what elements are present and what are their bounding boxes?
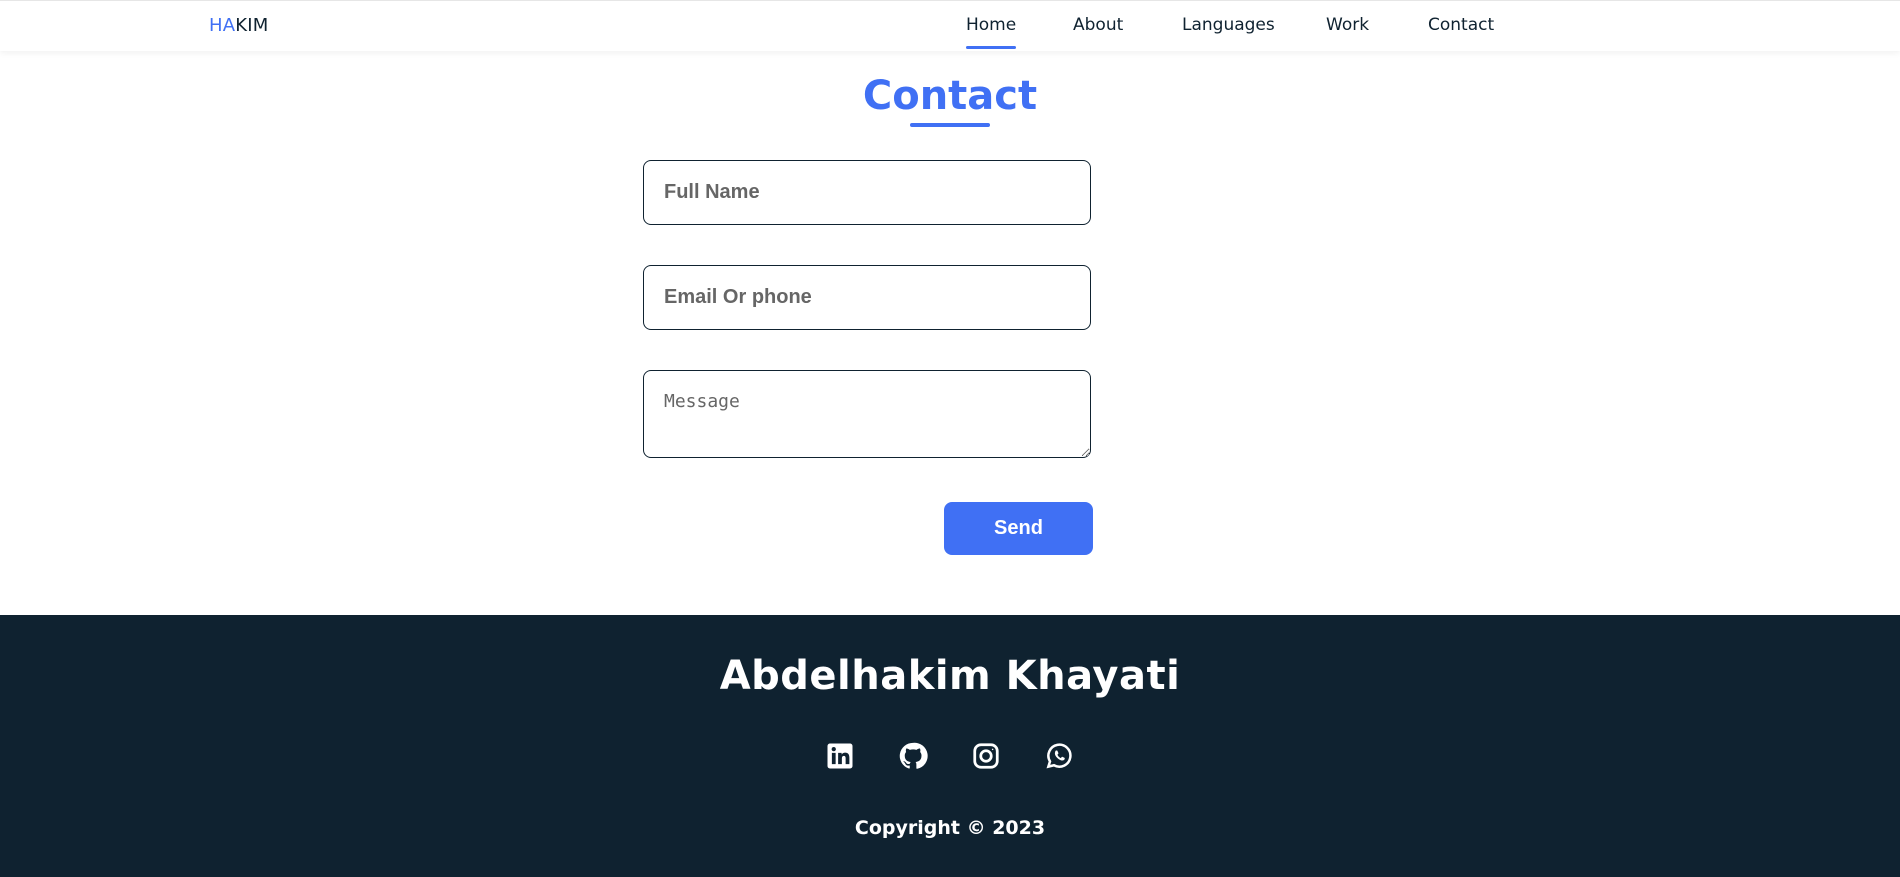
whatsapp-icon[interactable] [1044,741,1074,771]
section-title: Contact [862,73,1038,119]
email-or-phone-input[interactable] [643,265,1091,330]
logo-rest: KIM [235,15,269,36]
copyright-text: Copyright © 2023 [854,817,1046,839]
nav-home[interactable]: Home [966,15,1017,49]
title-underline [910,123,990,127]
linkedin-icon[interactable] [825,741,855,771]
nav-languages[interactable]: Languages [1182,15,1275,35]
site-footer: Abdelhakim Khayati Copyright © 2023 [0,615,1900,877]
instagram-icon[interactable] [971,741,1001,771]
site-header: HAKIM Home About Languages Work Contact [0,0,1900,51]
message-textarea[interactable] [643,370,1091,458]
github-icon[interactable] [898,741,928,771]
full-name-input[interactable] [643,160,1091,225]
social-links [0,741,1900,771]
nav-contact[interactable]: Contact [1428,15,1494,35]
logo[interactable]: HAKIM [209,15,269,36]
send-button[interactable]: Send [944,502,1093,555]
nav-about[interactable]: About [1073,15,1123,35]
nav-work[interactable]: Work [1326,15,1369,35]
footer-name: Abdelhakim Khayati [719,653,1181,699]
logo-accent: HA [209,15,236,36]
